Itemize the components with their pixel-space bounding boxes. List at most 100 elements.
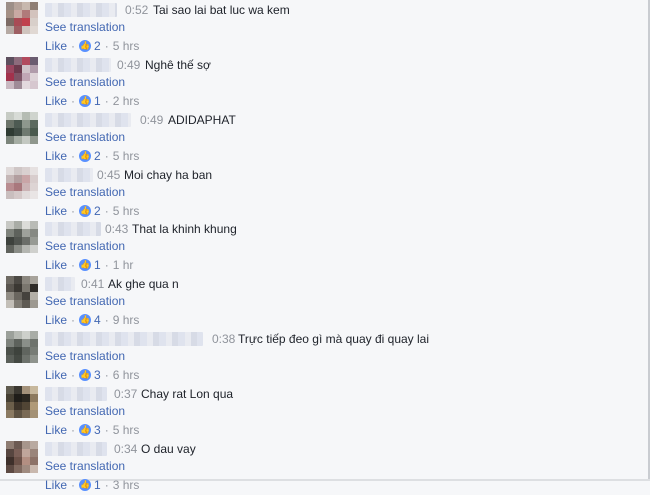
commenter-name[interactable]: [45, 387, 107, 401]
video-timestamp[interactable]: 0:49: [117, 58, 140, 72]
avatar-pixel: [6, 10, 14, 18]
avatar-pixel: [22, 136, 30, 144]
avatar-pixel: [22, 339, 30, 347]
comment-actions: Like · 👍 1 · 3 hrs: [45, 478, 139, 492]
separator-dot: ·: [71, 39, 76, 53]
like-count[interactable]: 3: [94, 423, 101, 437]
video-timestamp[interactable]: 0:34: [114, 442, 137, 456]
comment-item: 0:37 Chay rat Lon qua See translation Li…: [0, 386, 640, 440]
video-timestamp[interactable]: 0:38: [212, 332, 235, 346]
like-button[interactable]: Like: [45, 39, 67, 53]
avatar-pixel: [6, 73, 14, 81]
commenter-name[interactable]: [45, 58, 111, 72]
comment-age[interactable]: 2 hrs: [113, 94, 140, 108]
avatar[interactable]: [6, 167, 38, 199]
thumbs-up-icon: 👍: [79, 259, 92, 271]
avatar-pixel: [22, 10, 30, 18]
like-count[interactable]: 3: [94, 368, 101, 382]
see-translation-link[interactable]: See translation: [45, 459, 125, 473]
video-timestamp[interactable]: 0:49: [140, 113, 163, 127]
comment-age[interactable]: 6 hrs: [113, 368, 140, 382]
video-timestamp[interactable]: 0:52: [125, 3, 148, 17]
see-translation-link[interactable]: See translation: [45, 239, 125, 253]
comment-item: 0:38 Trực tiếp đeo gì mà quay đi quay la…: [0, 331, 640, 385]
comment-age[interactable]: 5 hrs: [113, 423, 140, 437]
comment-age[interactable]: 3 hrs: [113, 478, 140, 492]
like-button[interactable]: Like: [45, 149, 67, 163]
avatar[interactable]: [6, 331, 38, 363]
avatar-pixel: [22, 394, 30, 402]
video-timestamp[interactable]: 0:43: [105, 222, 128, 236]
avatar-pixel: [14, 394, 22, 402]
avatar-pixel: [30, 120, 38, 128]
like-count[interactable]: 4: [94, 313, 101, 327]
avatar-pixel: [6, 245, 14, 253]
video-timestamp[interactable]: 0:45: [97, 168, 120, 182]
comment-item: 0:49 Nghê thế sợ See translation Like · …: [0, 57, 640, 111]
avatar[interactable]: [6, 221, 38, 253]
avatar-pixel: [6, 167, 14, 175]
comment-age[interactable]: 5 hrs: [113, 149, 140, 163]
comment-actions: Like · 👍 4 · 9 hrs: [45, 313, 139, 327]
avatar[interactable]: [6, 441, 38, 473]
comment-age[interactable]: 1 hr: [113, 258, 134, 272]
avatar-pixel: [30, 394, 38, 402]
separator-dot: ·: [104, 94, 109, 108]
avatar-pixel: [6, 57, 14, 65]
like-count[interactable]: 1: [94, 94, 101, 108]
avatar-pixel: [30, 355, 38, 363]
separator-dot: ·: [104, 39, 109, 53]
like-count[interactable]: 2: [94, 204, 101, 218]
commenter-name[interactable]: [45, 222, 101, 236]
avatar[interactable]: [6, 2, 38, 34]
like-button[interactable]: Like: [45, 478, 67, 492]
thumbs-up-icon: 👍: [79, 40, 92, 52]
see-translation-link[interactable]: See translation: [45, 75, 125, 89]
video-timestamp[interactable]: 0:41: [81, 277, 104, 291]
avatar[interactable]: [6, 57, 38, 89]
avatar-pixel: [30, 276, 38, 284]
see-translation-link[interactable]: See translation: [45, 404, 125, 418]
like-button[interactable]: Like: [45, 368, 67, 382]
comment-actions: Like · 👍 2 · 5 hrs: [45, 39, 139, 53]
comment-age[interactable]: 9 hrs: [113, 313, 140, 327]
like-button[interactable]: Like: [45, 313, 67, 327]
commenter-name[interactable]: [45, 332, 203, 346]
like-button[interactable]: Like: [45, 94, 67, 108]
comment-actions: Like · 👍 3 · 5 hrs: [45, 423, 139, 437]
like-count[interactable]: 2: [94, 149, 101, 163]
comment-age[interactable]: 5 hrs: [113, 39, 140, 53]
see-translation-link[interactable]: See translation: [45, 130, 125, 144]
like-button[interactable]: Like: [45, 258, 67, 272]
like-button[interactable]: Like: [45, 204, 67, 218]
see-translation-link[interactable]: See translation: [45, 349, 125, 363]
avatar-pixel: [14, 183, 22, 191]
avatar[interactable]: [6, 276, 38, 308]
see-translation-link[interactable]: See translation: [45, 294, 125, 308]
avatar-pixel: [14, 128, 22, 136]
avatar-pixel: [22, 81, 30, 89]
avatar-pixel: [30, 167, 38, 175]
like-count[interactable]: 1: [94, 258, 101, 272]
like-button[interactable]: Like: [45, 423, 67, 437]
avatar-pixel: [6, 355, 14, 363]
video-timestamp[interactable]: 0:37: [114, 387, 137, 401]
see-translation-link[interactable]: See translation: [45, 185, 125, 199]
comment-age[interactable]: 5 hrs: [113, 204, 140, 218]
like-count[interactable]: 1: [94, 478, 101, 492]
thumbs-up-icon: 👍: [79, 369, 92, 381]
avatar-pixel: [14, 339, 22, 347]
avatar-pixel: [30, 128, 38, 136]
avatar[interactable]: [6, 386, 38, 418]
like-count[interactable]: 2: [94, 39, 101, 53]
commenter-name[interactable]: [45, 3, 117, 17]
comment-actions: Like · 👍 3 · 6 hrs: [45, 368, 139, 382]
commenter-name[interactable]: [45, 277, 75, 291]
avatar-pixel: [22, 449, 30, 457]
avatar[interactable]: [6, 112, 38, 144]
commenter-name[interactable]: [45, 113, 131, 127]
see-translation-link[interactable]: See translation: [45, 20, 125, 34]
commenter-name[interactable]: [45, 168, 93, 182]
commenter-name[interactable]: [45, 442, 107, 456]
avatar-pixel: [14, 331, 22, 339]
